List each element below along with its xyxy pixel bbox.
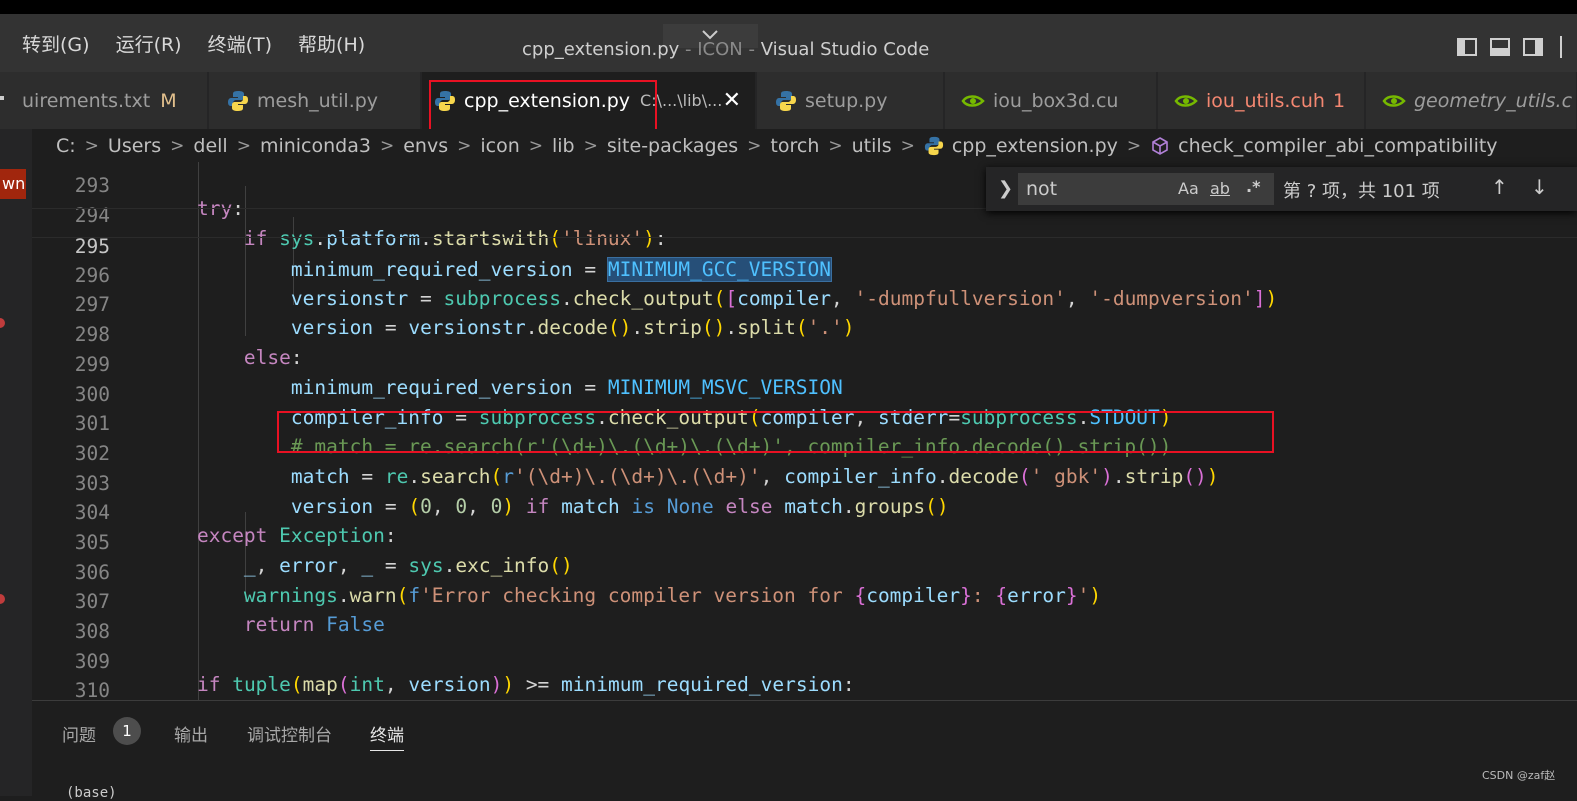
- watermark: CSDN @zaf赵: [1482, 769, 1556, 782]
- menu-run[interactable]: 运行(R): [116, 30, 182, 57]
- tab-label: mesh_util.py: [257, 89, 379, 112]
- code-line: 302 match = re.search(r'(\d+)\.(\d+)\.(\…: [32, 416, 1577, 488]
- code-line: 308: [32, 594, 1577, 643]
- menu-bar: 转到(G) 运行(R) 终端(T) 帮助(H): [22, 14, 365, 72]
- tab-mesh-util[interactable]: mesh_util.py: [209, 72, 421, 129]
- python-icon: [924, 136, 944, 156]
- python-icon: [228, 90, 248, 111]
- top-strip: [0, 0, 1577, 14]
- layout-controls: [1457, 38, 1543, 56]
- crumb-utils[interactable]: utils: [852, 135, 892, 157]
- code-line: 299 minimum_required_version = MINIMUM_M…: [32, 327, 1577, 399]
- code-line: 311: [32, 683, 1577, 700]
- crumb-drive[interactable]: C:: [56, 135, 76, 157]
- regex-toggle[interactable]: .*: [1246, 177, 1260, 196]
- editor-tabs: uirements.txt M mesh_util.py cpp_extensi…: [0, 72, 1577, 129]
- tab-iou-utils[interactable]: iou_utils.cuh 1: [1158, 72, 1365, 129]
- tab-label: geometry_utils.c: [1414, 89, 1573, 112]
- code-line: 301 # match = re.search(r'(\d+)\.(\d+)\.…: [32, 386, 1577, 458]
- crumb-lib[interactable]: lib: [552, 135, 575, 157]
- find-input-value: not: [1026, 178, 1058, 200]
- tab-problems[interactable]: 问题: [62, 721, 96, 746]
- code-line: 310 return True: [32, 653, 1577, 700]
- code-line: 304 except Exception:: [32, 475, 1577, 547]
- window-title-workspace: - ICON -: [679, 39, 761, 60]
- tab-iou-box3d[interactable]: iou_box3d.cu: [945, 72, 1157, 129]
- bottom-panel: 问题 1 输出 调试控制台 终端 (base): [32, 700, 1577, 801]
- code-line: 297 version = versionstr.decode().strip(…: [32, 267, 1577, 339]
- nvidia-icon: [1174, 94, 1198, 107]
- crumb-torch[interactable]: torch: [770, 135, 819, 157]
- window-title-file: cpp_extension.py: [522, 39, 680, 60]
- code-editor[interactable]: 293 try: 294 if sys.platform.startswith(…: [32, 162, 1577, 700]
- code-line-current: 295 minimum_required_version = MINIMUM_G…: [32, 208, 1577, 282]
- modified-badge: M: [160, 89, 177, 112]
- toggle-sidebar-icon[interactable]: [1457, 38, 1477, 56]
- code-line: 298 else:: [32, 297, 1577, 369]
- tab-cpp-extension[interactable]: cpp_extension.py C:\...\lib\... ✕: [422, 72, 756, 129]
- tab-requirements[interactable]: uirements.txt M: [0, 72, 208, 129]
- tab-overflow-dot: [0, 96, 4, 100]
- code-line: 296 versionstr = subprocess.check_output…: [32, 238, 1577, 310]
- python-icon: [435, 90, 455, 111]
- find-widget: ❯ not Aa ab .* 第 ? 项，共 101 项 ↑ ↓: [986, 167, 1577, 211]
- arrow-up-icon[interactable]: ↑: [1491, 175, 1508, 199]
- menu-terminal[interactable]: 终端(T): [208, 30, 272, 57]
- python-icon: [776, 90, 796, 111]
- window-title-app: Visual Studio Code: [760, 39, 930, 60]
- crumb-site-packages[interactable]: site-packages: [607, 135, 738, 157]
- tab-label: uirements.txt: [22, 89, 151, 112]
- titlebar-divider: [1560, 36, 1562, 58]
- tab-description: C:\...\lib\...: [640, 91, 723, 110]
- arrow-down-icon[interactable]: ↓: [1531, 175, 1548, 199]
- toggle-secondary-sidebar-icon[interactable]: [1523, 38, 1543, 56]
- close-icon[interactable]: ✕: [723, 88, 741, 113]
- code-line: 303 version = (0, 0, 0) if match is None…: [32, 446, 1577, 518]
- code-line: 305 _, error, _ = sys.exc_info(): [32, 505, 1577, 577]
- match-case-toggle[interactable]: Aa: [1178, 179, 1199, 198]
- code-line: 300 compiler_info = subprocess.check_out…: [32, 357, 1577, 429]
- find-input[interactable]: not Aa ab .*: [1018, 173, 1274, 205]
- crumb-file[interactable]: cpp_extension.py: [952, 135, 1118, 157]
- sidebar-badge: wn: [0, 169, 26, 199]
- toggle-panel-icon[interactable]: [1490, 38, 1510, 56]
- code-line: 306 warnings.warn(f'Error checking compi…: [32, 535, 1577, 607]
- tab-debug-console[interactable]: 调试控制台: [247, 721, 332, 746]
- tab-label: cpp_extension.py: [464, 89, 631, 112]
- match-count: 第 ? 项，共 101 项: [1283, 181, 1440, 202]
- crumb-symbol[interactable]: check_compiler_abi_compatibility: [1178, 135, 1497, 157]
- crumb-miniconda3[interactable]: miniconda3: [260, 135, 371, 157]
- nvidia-icon: [961, 94, 985, 107]
- crumb-icon[interactable]: icon: [480, 135, 519, 157]
- window-title: cpp_extension.py - ICON - Visual Studio …: [522, 14, 929, 72]
- whole-word-toggle[interactable]: ab: [1210, 179, 1230, 198]
- problems-count-badge: 1: [113, 717, 141, 745]
- crumb-envs[interactable]: envs: [403, 135, 448, 157]
- code-line: 307 return False: [32, 564, 1577, 636]
- code-line: 309 if tuple(map(int, version)) >= minim…: [32, 624, 1577, 696]
- tab-setup[interactable]: setup.py: [757, 72, 944, 129]
- tab-terminal[interactable]: 终端: [370, 721, 404, 751]
- nvidia-icon: [1382, 94, 1406, 107]
- cube-icon: [1150, 136, 1170, 156]
- crumb-dell[interactable]: dell: [193, 135, 227, 157]
- terminal-output[interactable]: (base): [66, 785, 117, 801]
- tab-label: iou_box3d.cu: [993, 89, 1119, 112]
- breadcrumb: C: > Users > dell > miniconda3 > envs > icon >…: [32, 129, 1577, 162]
- tab-output[interactable]: 输出: [174, 721, 208, 746]
- chevron-right-icon[interactable]: ❯: [998, 178, 1013, 199]
- tab-label: setup.py: [805, 89, 888, 112]
- crumb-users[interactable]: Users: [108, 135, 161, 157]
- menu-go[interactable]: 转到(G): [22, 30, 90, 57]
- tab-geometry-utils[interactable]: geometry_utils.c: [1366, 72, 1577, 129]
- left-sidebar-edge: [0, 129, 32, 796]
- error-count-badge: 1: [1332, 89, 1346, 112]
- menu-help[interactable]: 帮助(H): [298, 30, 365, 57]
- tab-label: iou_utils.cuh: [1206, 89, 1325, 112]
